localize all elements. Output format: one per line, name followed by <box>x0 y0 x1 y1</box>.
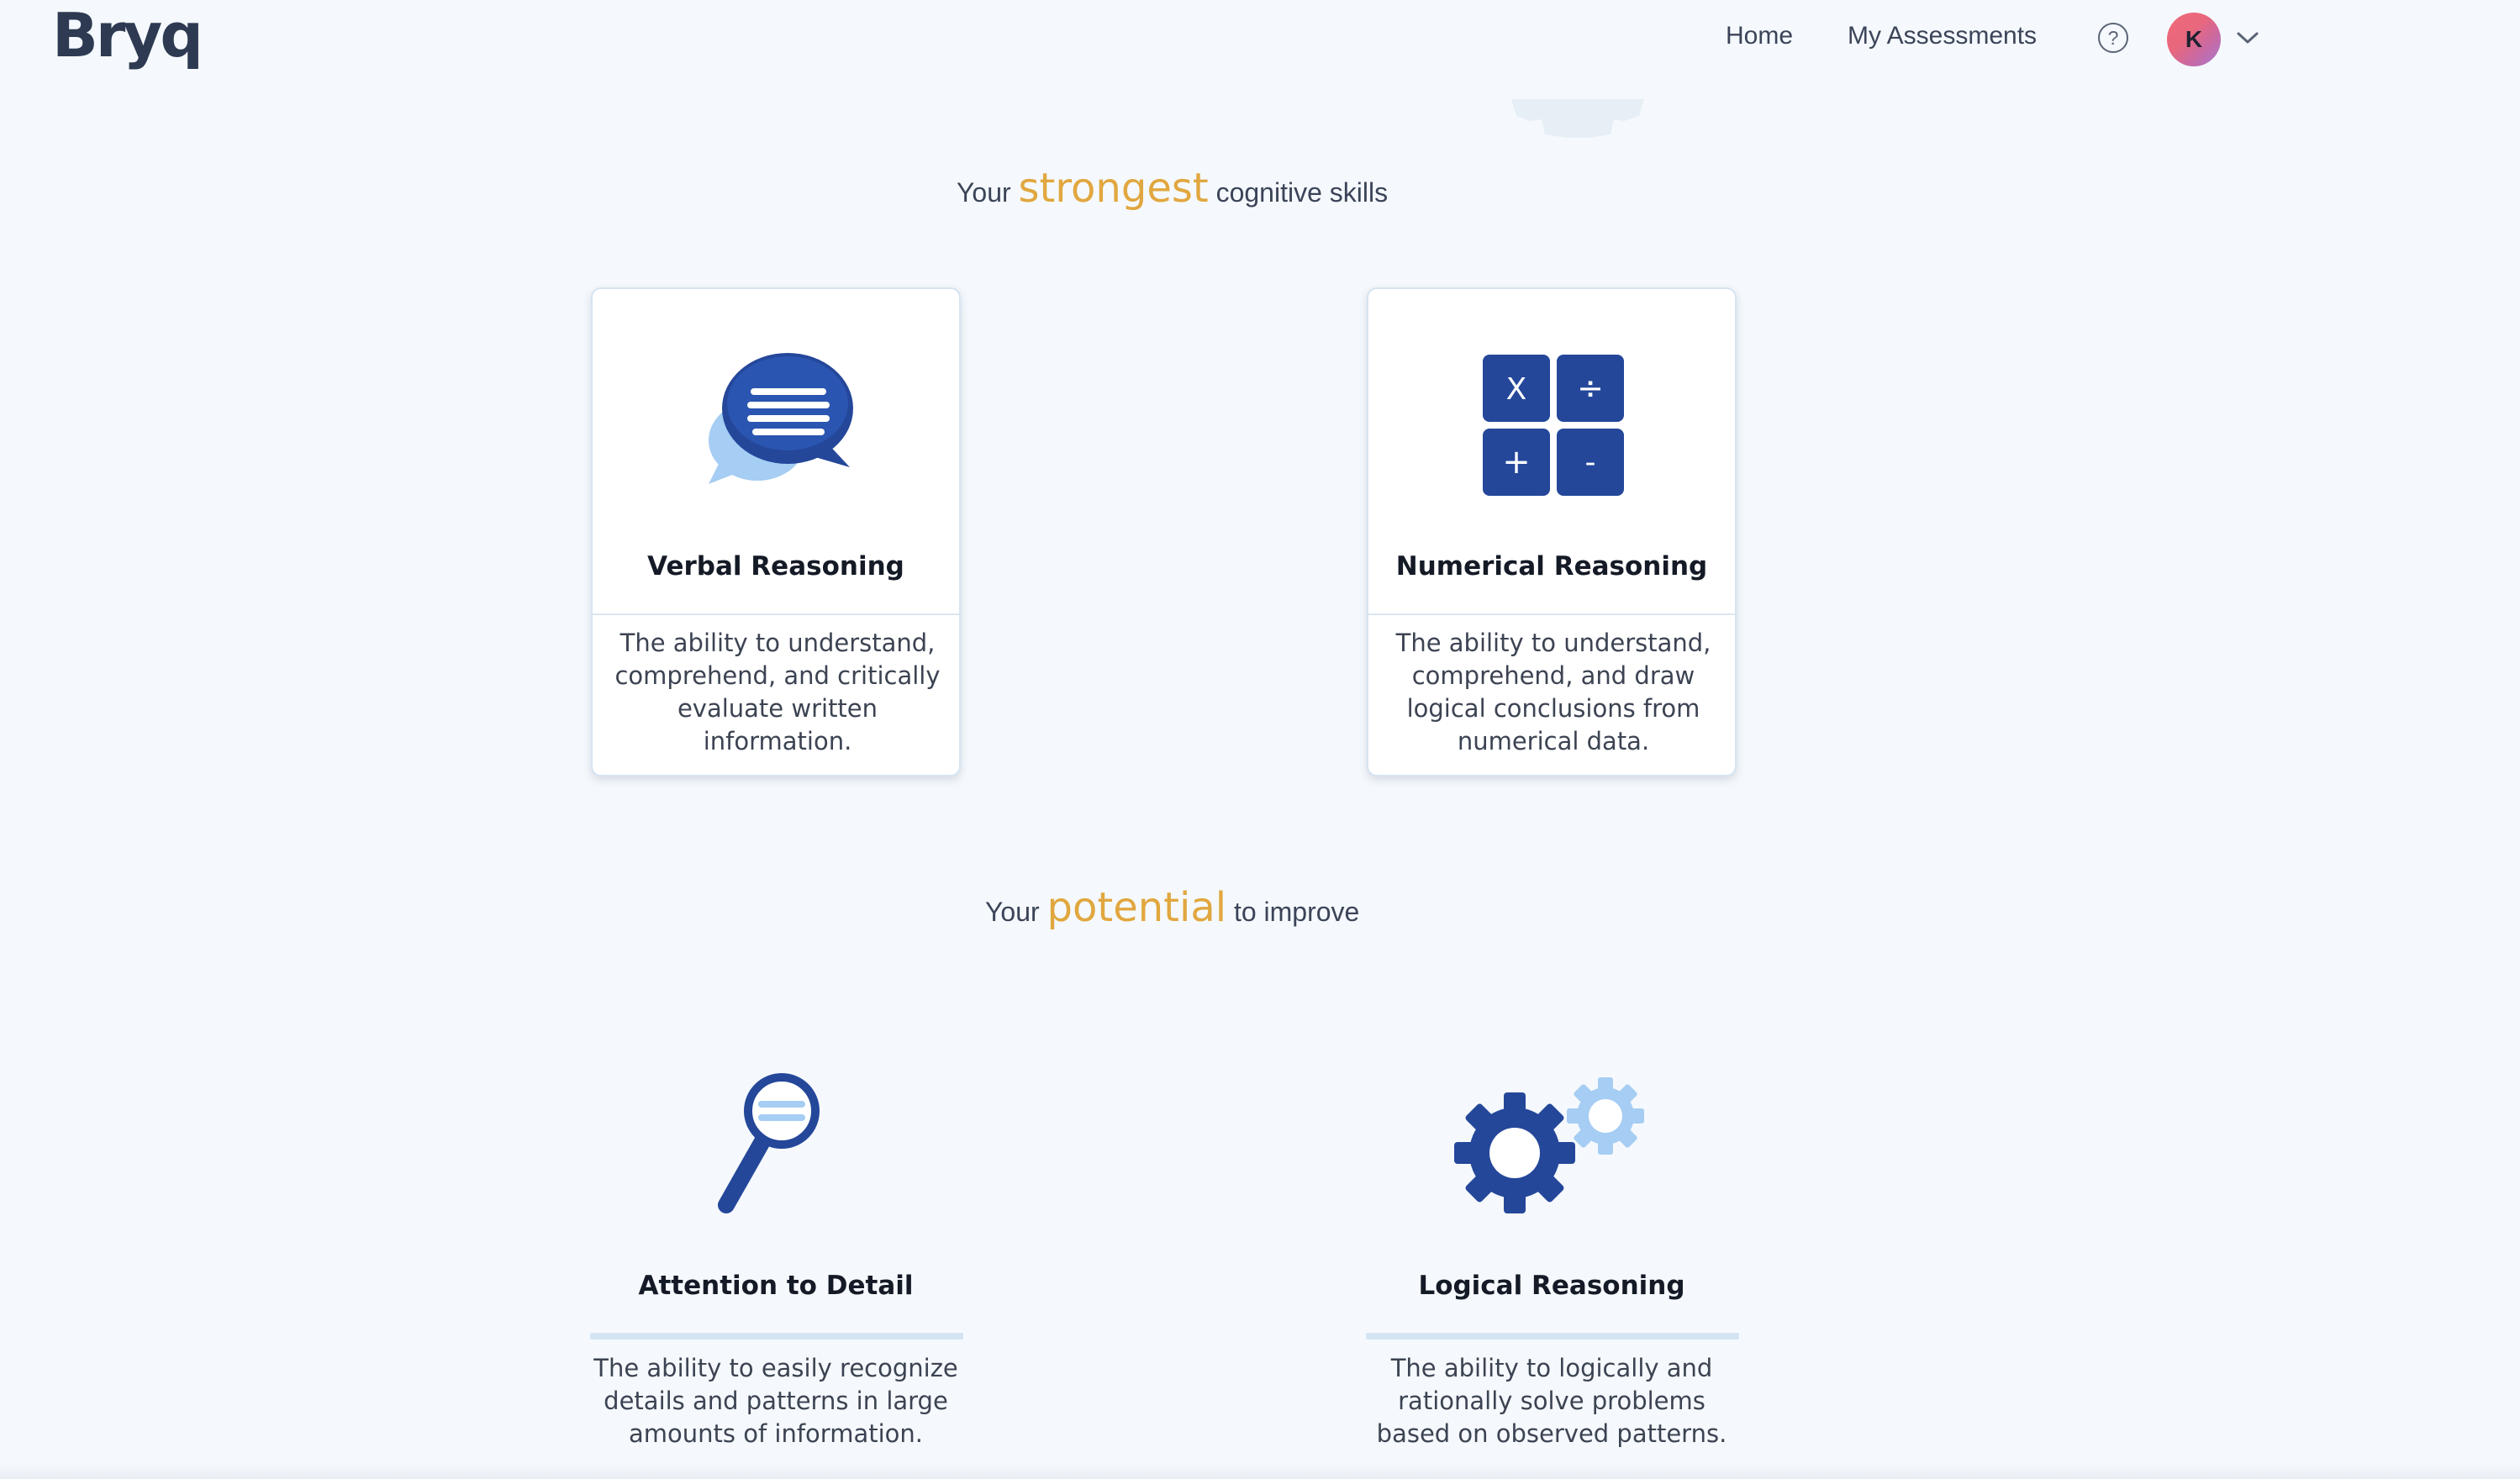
calculator-grid-icon: X ÷ + - <box>1483 355 1624 496</box>
calc-symbol-multiply: X <box>1506 372 1527 407</box>
skill-card-title: Verbal Reasoning <box>647 551 904 582</box>
skill-card-description: The ability to understand, comprehend, a… <box>1395 629 1711 755</box>
chevron-down-icon[interactable] <box>2236 30 2259 45</box>
heading-suffix: cognitive skills <box>1215 177 1389 208</box>
skill-card-description: The ability to understand, comprehend, a… <box>614 629 941 755</box>
gears-icon <box>1454 1077 1644 1213</box>
skill-item-description: The ability to logically and rationally … <box>1376 1354 1727 1448</box>
skill-level-bar <box>590 1333 963 1340</box>
potential-skills-heading: Your potential to improve <box>985 884 2520 931</box>
heading-accent: strongest <box>1018 165 1209 212</box>
top-navigation-bar: Bryq Home My Assessments ? K <box>0 0 2520 84</box>
help-glyph: ? <box>2107 26 2119 49</box>
card-divider <box>1368 613 1735 615</box>
heading-accent: potential <box>1046 884 1227 931</box>
user-avatar[interactable]: K <box>2167 13 2221 66</box>
magnifying-glass-icon <box>718 1073 820 1213</box>
decorative-gear-icon <box>1511 99 1644 138</box>
skill-card-verbal-reasoning[interactable]: Verbal Reasoning The ability to understa… <box>591 287 961 776</box>
skill-level-bar <box>1366 1333 1739 1340</box>
skill-card-numerical-reasoning[interactable]: X ÷ + - Numerical Reasoning The ability … <box>1367 287 1737 776</box>
nav-link-home[interactable]: Home <box>1726 22 1793 50</box>
calc-symbol-plus: + <box>1502 443 1531 482</box>
card-divider <box>593 613 959 615</box>
heading-suffix: to improve <box>1233 897 1360 927</box>
brand-logo[interactable]: Bryq <box>52 0 203 71</box>
heading-prefix: Your <box>957 177 1011 208</box>
skill-card-title: Numerical Reasoning <box>1395 551 1708 582</box>
skill-item-title: Attention to Detail <box>638 1271 914 1301</box>
skill-item-description: The ability to easily recognize details … <box>593 1354 958 1448</box>
page-bottom-edge <box>0 1464 2520 1479</box>
speech-bubbles-icon <box>709 353 853 484</box>
skill-item-title: Logical Reasoning <box>1418 1271 1685 1301</box>
strongest-skills-heading: Your strongest cognitive skills <box>957 165 2520 212</box>
calc-symbol-divide: ÷ <box>1577 370 1604 407</box>
heading-prefix: Your <box>985 897 1040 927</box>
calc-symbol-minus: - <box>1585 445 1596 480</box>
help-icon[interactable]: ? <box>2098 23 2128 53</box>
nav-link-my-assessments[interactable]: My Assessments <box>1848 22 2037 50</box>
